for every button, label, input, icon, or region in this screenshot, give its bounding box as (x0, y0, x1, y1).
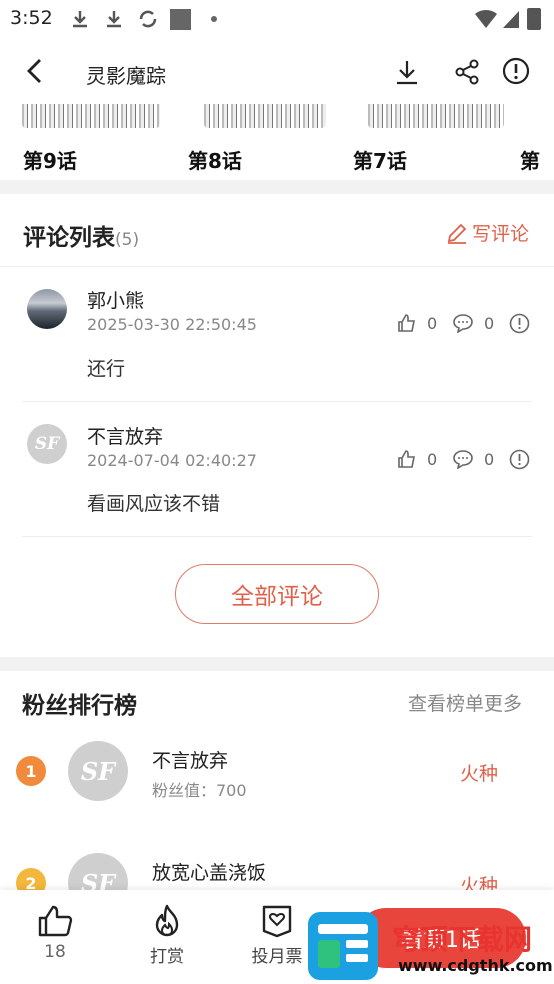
share-icon[interactable] (453, 58, 481, 86)
status-bar: 3:52 (0, 0, 554, 38)
section-divider (0, 180, 554, 194)
comment-like-button[interactable]: 0 (397, 449, 437, 469)
report-icon[interactable] (502, 57, 530, 85)
rank-badge: 1 (16, 756, 46, 786)
reward-tab[interactable]: 打赏 (140, 904, 194, 967)
page-title: 灵影魔踪 (86, 64, 166, 88)
like-count: 0 (427, 449, 438, 469)
divider (0, 266, 554, 267)
like-count: 18 (44, 942, 66, 962)
fan-ranking-more-link[interactable]: 查看榜单更多 (408, 689, 522, 716)
download-notification-icon (107, 11, 121, 28)
watermark-logo-icon (308, 912, 378, 980)
download-icon[interactable] (393, 58, 421, 86)
top-nav-bar: 灵影魔踪 (0, 38, 554, 102)
write-comment-label: 写评论 (472, 223, 530, 245)
comments-title: 评论列表 (23, 225, 115, 251)
like-tab[interactable]: 18 (30, 904, 80, 962)
comments-heading: 评论列表(5) (23, 218, 139, 252)
fan-ranking-title: 粉丝排行榜 (22, 693, 137, 719)
comment-time: 2024-07-04 02:40:27 (87, 451, 257, 470)
download-notification-icon (73, 11, 87, 28)
comment-text: 看画风应该不错 (87, 493, 221, 515)
sync-icon (139, 10, 157, 28)
watermark-url: www.cdgthk.com (398, 956, 553, 975)
flame-icon (155, 904, 179, 937)
chapter-8-thumbnail[interactable] (204, 104, 326, 128)
comment-reply-button[interactable]: 0 (452, 449, 494, 469)
chapter-7-label[interactable]: 第7话 (353, 145, 407, 174)
comment-icon (453, 450, 473, 469)
monthly-ticket-tab[interactable]: 投月票 (246, 904, 308, 967)
comment-user: 不言放弃 (87, 426, 164, 448)
fan-name: 放宽心盖浇饭 (152, 862, 267, 884)
fan-value: 粉丝值：700 (152, 781, 247, 800)
comment-reply-button[interactable]: 0 (452, 313, 494, 333)
thumb-up-icon (398, 314, 415, 332)
reward-label: 打赏 (150, 947, 184, 967)
battery-icon (527, 8, 541, 30)
watermark-title: 穹顶下载网 (392, 923, 533, 956)
fan-name: 不言放弃 (152, 750, 229, 772)
comment-icon (453, 314, 473, 333)
fan-avatar[interactable]: SF (68, 741, 128, 801)
section-divider (0, 657, 554, 671)
heart-ticket-icon (262, 905, 292, 938)
comment-user: 郭小熊 (87, 290, 145, 312)
chapter-9-label[interactable]: 第9话 (23, 145, 77, 174)
write-comment-button[interactable]: 写评论 (446, 219, 529, 246)
like-count: 0 (427, 313, 438, 333)
report-icon[interactable] (509, 313, 530, 334)
chapter-7-thumbnail[interactable] (368, 104, 504, 128)
more-notifications-icon (211, 16, 217, 22)
thumb-up-icon (38, 905, 73, 937)
site-watermark: 穹顶下载网 www.cdgthk.com (306, 908, 554, 984)
avatar[interactable]: SF (27, 424, 67, 464)
back-arrow-icon[interactable] (24, 58, 46, 84)
divider (22, 401, 532, 402)
reply-count: 0 (484, 449, 495, 469)
signal-icon (503, 11, 519, 28)
chapter-9-thumbnail[interactable] (22, 104, 160, 128)
divider (22, 536, 532, 537)
thumb-up-icon (398, 450, 415, 468)
wifi-icon (475, 9, 497, 28)
reply-count: 0 (484, 313, 495, 333)
chapter-6-label-partial[interactable]: 第 (520, 145, 540, 174)
fan-level-tag: 火种 (460, 763, 499, 785)
chapter-8-label[interactable]: 第8话 (188, 145, 242, 174)
comment-time: 2025-03-30 22:50:45 (87, 315, 257, 334)
edit-icon (447, 223, 467, 244)
monthly-ticket-label: 投月票 (251, 947, 303, 967)
all-comments-button[interactable]: 全部评论 (175, 564, 379, 624)
report-icon[interactable] (509, 449, 530, 470)
app-notification-icon (170, 9, 191, 30)
comment-text: 还行 (87, 358, 126, 380)
comment-like-button[interactable]: 0 (397, 313, 437, 333)
avatar[interactable] (27, 289, 67, 329)
comments-count: (5) (115, 230, 140, 250)
status-time: 3:52 (10, 7, 53, 29)
